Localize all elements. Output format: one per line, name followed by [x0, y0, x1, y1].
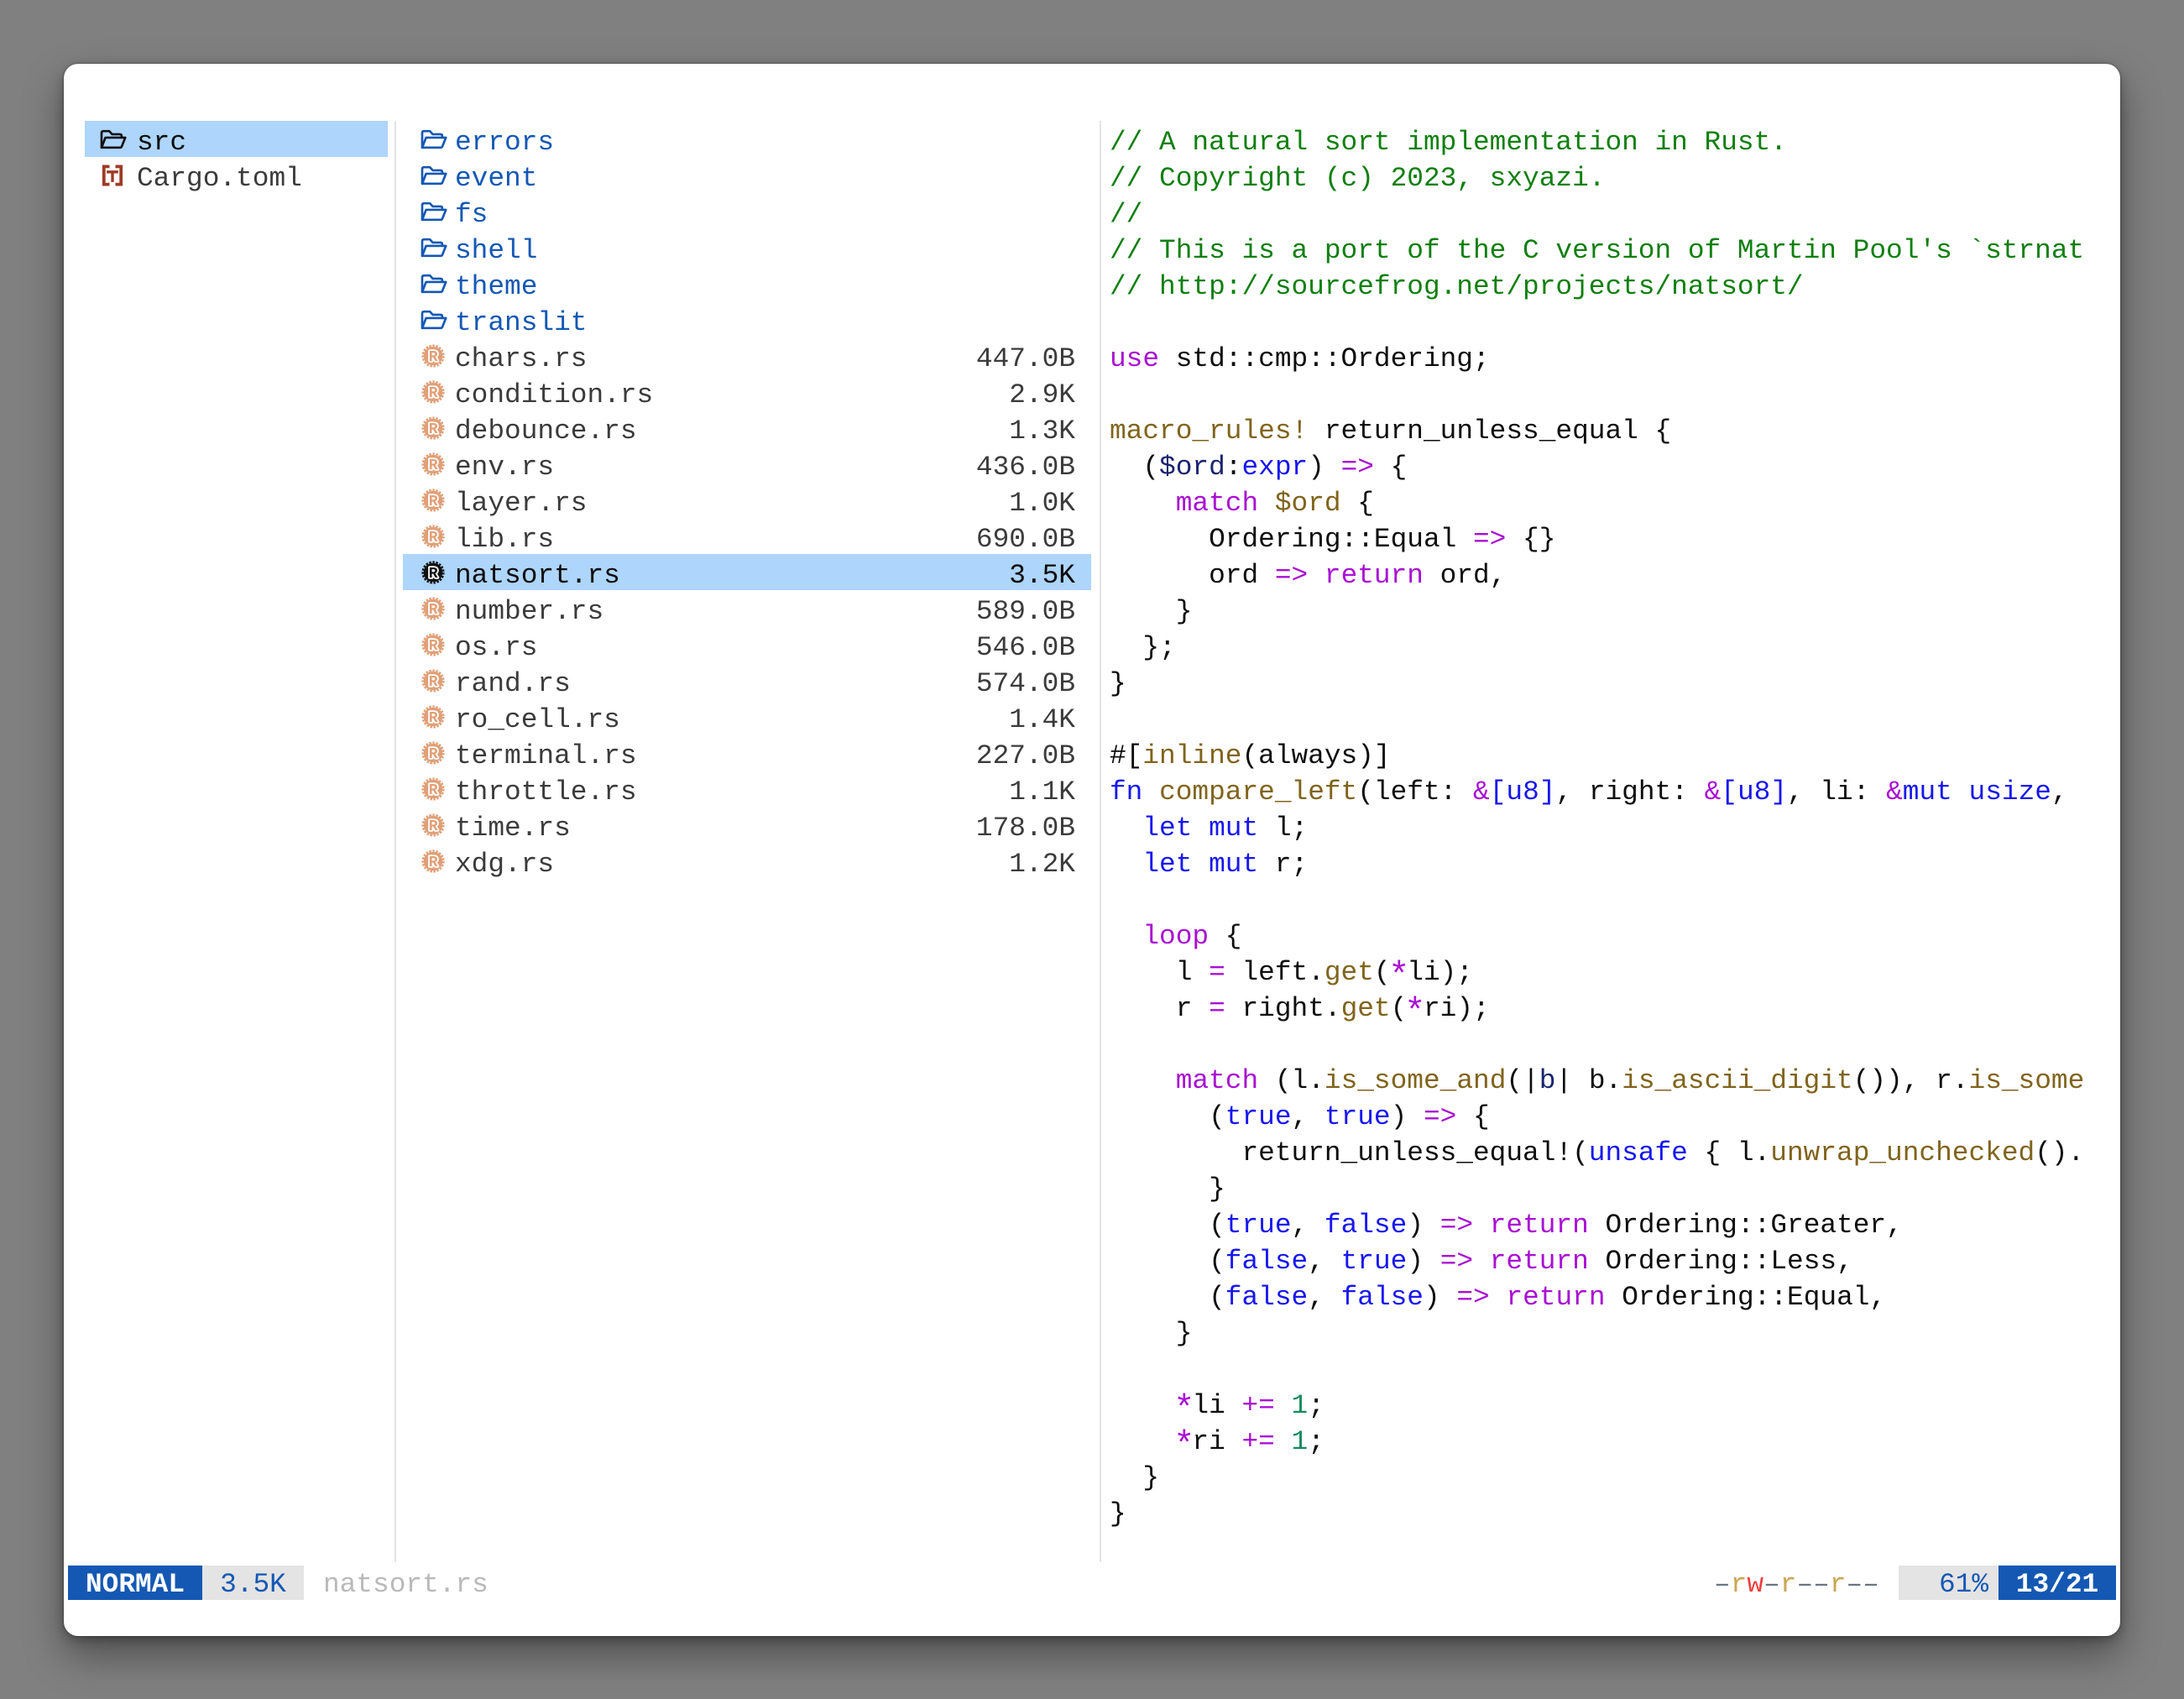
- svg-text:R: R: [429, 709, 438, 726]
- svg-text:R: R: [429, 565, 438, 582]
- svg-text:R: R: [429, 348, 438, 365]
- svg-text:R: R: [429, 818, 438, 834]
- svg-text:R: R: [429, 493, 438, 510]
- svg-text:R: R: [429, 457, 438, 473]
- svg-text:R: R: [429, 384, 438, 401]
- svg-text:R: R: [429, 421, 438, 437]
- svg-text:R: R: [429, 637, 438, 654]
- svg-text:R: R: [429, 745, 438, 762]
- svg-text:R: R: [429, 673, 438, 690]
- svg-text:R: R: [429, 601, 438, 618]
- svg-text:R: R: [429, 529, 438, 546]
- svg-text:R: R: [429, 854, 438, 870]
- svg-text:R: R: [429, 782, 438, 798]
